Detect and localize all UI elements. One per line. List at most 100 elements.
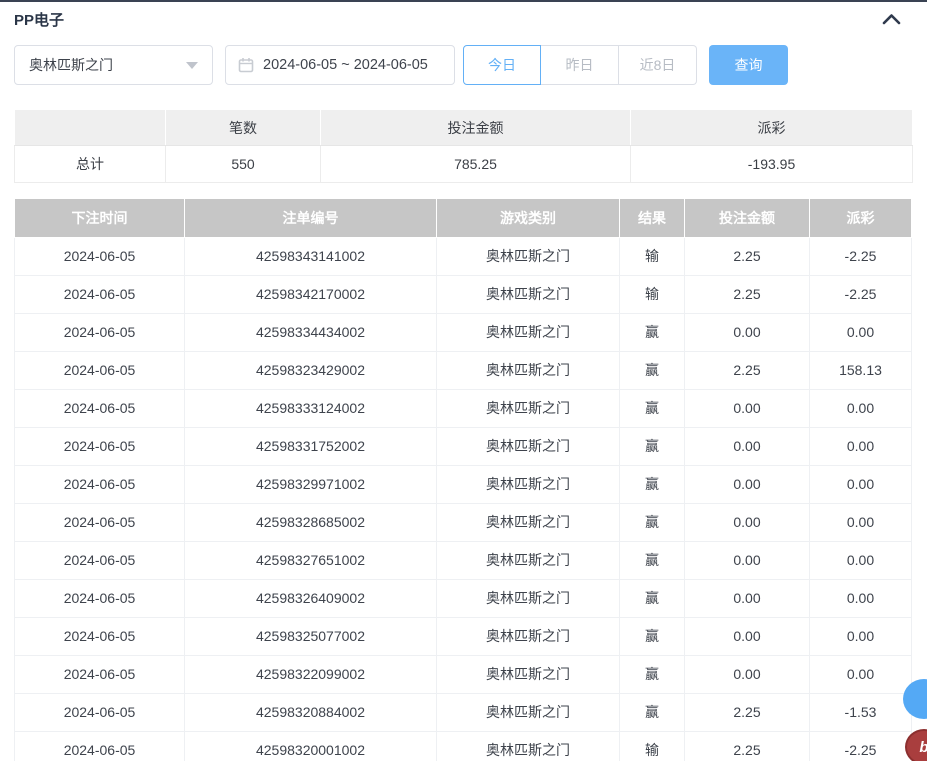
summary-header-count: 笔数 (166, 110, 321, 146)
cell-payout: 0.00 (810, 503, 912, 541)
summary-table: 笔数 投注金额 派彩 总计 550 785.25 -193.95 (14, 109, 913, 183)
cell-bet-amount: 2.25 (685, 351, 810, 389)
header-bet-amount: 投注金额 (685, 199, 810, 237)
cell-game-category: 奥林匹斯之门 (437, 693, 620, 731)
cell-payout: 0.00 (810, 655, 912, 693)
cell-payout: 158.13 (810, 351, 912, 389)
cell-payout: 0.00 (810, 541, 912, 579)
cell-bet-id: 42598333124002 (185, 389, 437, 427)
cell-bet-time: 2024-06-05 (15, 351, 185, 389)
cell-payout: 0.00 (810, 617, 912, 655)
cell-game-category: 奥林匹斯之门 (437, 541, 620, 579)
cell-game-category: 奥林匹斯之门 (437, 731, 620, 761)
cell-game-category: 奥林匹斯之门 (437, 579, 620, 617)
cell-game-category: 奥林匹斯之门 (437, 617, 620, 655)
table-row: 2024-06-05 42598329971002 奥林匹斯之门 赢 0.00 … (15, 465, 912, 503)
cell-bet-amount: 0.00 (685, 465, 810, 503)
table-header-row: 下注时间 注单编号 游戏类别 结果 投注金额 派彩 (15, 199, 912, 237)
table-row: 2024-06-05 42598331752002 奥林匹斯之门 赢 0.00 … (15, 427, 912, 465)
date-range-input[interactable]: 2024-06-05 ~ 2024-06-05 (225, 45, 455, 85)
table-row: 2024-06-05 42598323429002 奥林匹斯之门 赢 2.25 … (15, 351, 912, 389)
cell-bet-time: 2024-06-05 (15, 655, 185, 693)
summary-header-blank (15, 110, 166, 146)
cell-bet-amount: 2.25 (685, 237, 810, 275)
cell-game-category: 奥林匹斯之门 (437, 389, 620, 427)
summary-total-label: 总计 (15, 146, 166, 183)
date-range-value: 2024-06-05 ~ 2024-06-05 (263, 57, 428, 73)
cell-bet-amount: 2.25 (685, 731, 810, 761)
quick-date-group: 今日 昨日 近8日 (463, 45, 697, 85)
cell-result: 赢 (620, 503, 685, 541)
cell-result: 赢 (620, 693, 685, 731)
last8days-button[interactable]: 近8日 (619, 45, 697, 85)
table-row: 2024-06-05 42598326409002 奥林匹斯之门 赢 0.00 … (15, 579, 912, 617)
query-button[interactable]: 查询 (709, 45, 788, 85)
cell-bet-id: 42598322099002 (185, 655, 437, 693)
pp-electronics-panel: PP电子 奥林匹斯之门 2024-06-05 ~ 2024-06-05 (0, 0, 927, 761)
header-payout: 派彩 (810, 199, 912, 237)
cell-game-category: 奥林匹斯之门 (437, 503, 620, 541)
table-row: 2024-06-05 42598322099002 奥林匹斯之门 赢 0.00 … (15, 655, 912, 693)
cell-bet-time: 2024-06-05 (15, 275, 185, 313)
cell-game-category: 奥林匹斯之门 (437, 275, 620, 313)
filter-bar: 奥林匹斯之门 2024-06-05 ~ 2024-06-05 今日 昨日 近8日… (14, 45, 912, 85)
table-row: 2024-06-05 42598320884002 奥林匹斯之门 赢 2.25 … (15, 693, 912, 731)
cell-result: 赢 (620, 579, 685, 617)
cell-bet-id: 42598323429002 (185, 351, 437, 389)
today-button[interactable]: 今日 (463, 45, 541, 85)
cell-game-category: 奥林匹斯之门 (437, 313, 620, 351)
cell-result: 输 (620, 237, 685, 275)
summary-total-payout: -193.95 (631, 146, 913, 183)
caret-down-icon (186, 62, 198, 69)
header-result: 结果 (620, 199, 685, 237)
cell-bet-id: 42598320884002 (185, 693, 437, 731)
table-row: 2024-06-05 42598320001002 奥林匹斯之门 输 2.25 … (15, 731, 912, 761)
header-game-category: 游戏类别 (437, 199, 620, 237)
cell-bet-id: 42598342170002 (185, 275, 437, 313)
table-row: 2024-06-05 42598343141002 奥林匹斯之门 输 2.25 … (15, 237, 912, 275)
summary-total-count: 550 (166, 146, 321, 183)
cell-bet-time: 2024-06-05 (15, 503, 185, 541)
table-row: 2024-06-05 42598325077002 奥林匹斯之门 赢 0.00 … (15, 617, 912, 655)
page-title: PP电子 (14, 9, 64, 30)
cell-game-category: 奥林匹斯之门 (437, 237, 620, 275)
cell-bet-time: 2024-06-05 (15, 693, 185, 731)
cell-payout: 0.00 (810, 313, 912, 351)
cell-game-category: 奥林匹斯之门 (437, 655, 620, 693)
cell-result: 赢 (620, 465, 685, 503)
cell-result: 赢 (620, 541, 685, 579)
cell-payout: 0.00 (810, 389, 912, 427)
cell-bet-amount: 0.00 (685, 427, 810, 465)
cell-bet-time: 2024-06-05 (15, 427, 185, 465)
summary-total-row: 总计 550 785.25 -193.95 (15, 146, 913, 183)
cell-game-category: 奥林匹斯之门 (437, 465, 620, 503)
summary-header-row: 笔数 投注金额 派彩 (15, 110, 913, 146)
cell-bet-time: 2024-06-05 (15, 465, 185, 503)
cell-bet-id: 42598320001002 (185, 731, 437, 761)
game-select[interactable]: 奥林匹斯之门 (14, 45, 213, 85)
table-row: 2024-06-05 42598328685002 奥林匹斯之门 赢 0.00 … (15, 503, 912, 541)
cell-result: 赢 (620, 351, 685, 389)
panel-header: PP电子 (14, 2, 912, 34)
cell-bet-amount: 2.25 (685, 275, 810, 313)
cell-bet-id: 42598343141002 (185, 237, 437, 275)
cell-game-category: 奥林匹斯之门 (437, 351, 620, 389)
cell-bet-id: 42598331752002 (185, 427, 437, 465)
cell-bet-time: 2024-06-05 (15, 541, 185, 579)
table-row: 2024-06-05 42598334434002 奥林匹斯之门 赢 0.00 … (15, 313, 912, 351)
cell-bet-time: 2024-06-05 (15, 617, 185, 655)
yesterday-button[interactable]: 昨日 (541, 45, 619, 85)
cell-payout: 0.00 (810, 465, 912, 503)
collapse-button[interactable] (882, 13, 901, 25)
cell-game-category: 奥林匹斯之门 (437, 427, 620, 465)
cell-bet-time: 2024-06-05 (15, 389, 185, 427)
cell-bet-time: 2024-06-05 (15, 579, 185, 617)
table-body: 2024-06-05 42598343141002 奥林匹斯之门 输 2.25 … (15, 237, 912, 761)
table-row: 2024-06-05 42598342170002 奥林匹斯之门 输 2.25 … (15, 275, 912, 313)
header-bet-time: 下注时间 (15, 199, 185, 237)
cell-bet-amount: 0.00 (685, 541, 810, 579)
table-row: 2024-06-05 42598327651002 奥林匹斯之门 赢 0.00 … (15, 541, 912, 579)
cell-bet-id: 42598326409002 (185, 579, 437, 617)
summary-total-bet-amount: 785.25 (321, 146, 631, 183)
cell-result: 输 (620, 731, 685, 761)
